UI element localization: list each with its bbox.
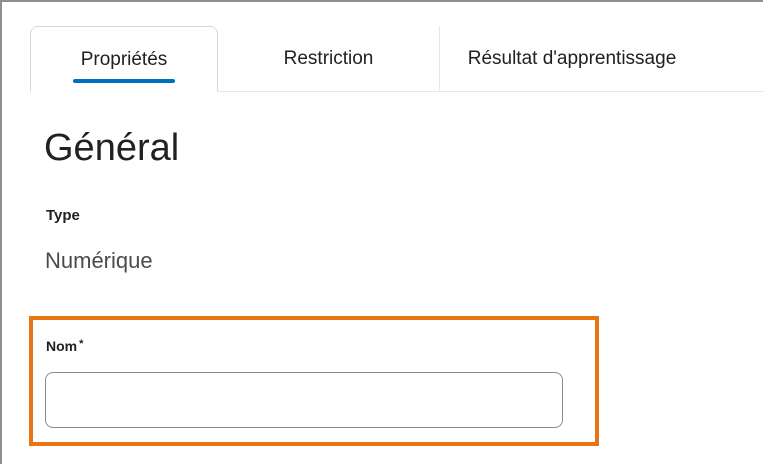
active-tab-indicator [73,79,175,83]
tab-resultat-apprentissage-label: Résultat d'apprentissage [467,48,677,69]
tab-restriction-label: Restriction [283,48,374,69]
section-heading: Général [44,127,180,169]
tab-proprietes[interactable]: Propriétés [30,26,218,92]
name-label-text: Nom [46,338,78,354]
name-label: Nom * [46,338,83,354]
tab-bar: Propriétés Restriction Résultat d'appren… [30,26,764,92]
tab-proprietes-label: Propriétés [80,49,168,70]
tab-restriction[interactable]: Restriction [218,26,440,92]
type-label: Type [46,207,80,224]
type-value: Numérique [45,248,153,273]
tab-resultat-apprentissage[interactable]: Résultat d'apprentissage [440,26,704,92]
required-marker: * [79,338,84,350]
name-input[interactable] [45,372,563,428]
